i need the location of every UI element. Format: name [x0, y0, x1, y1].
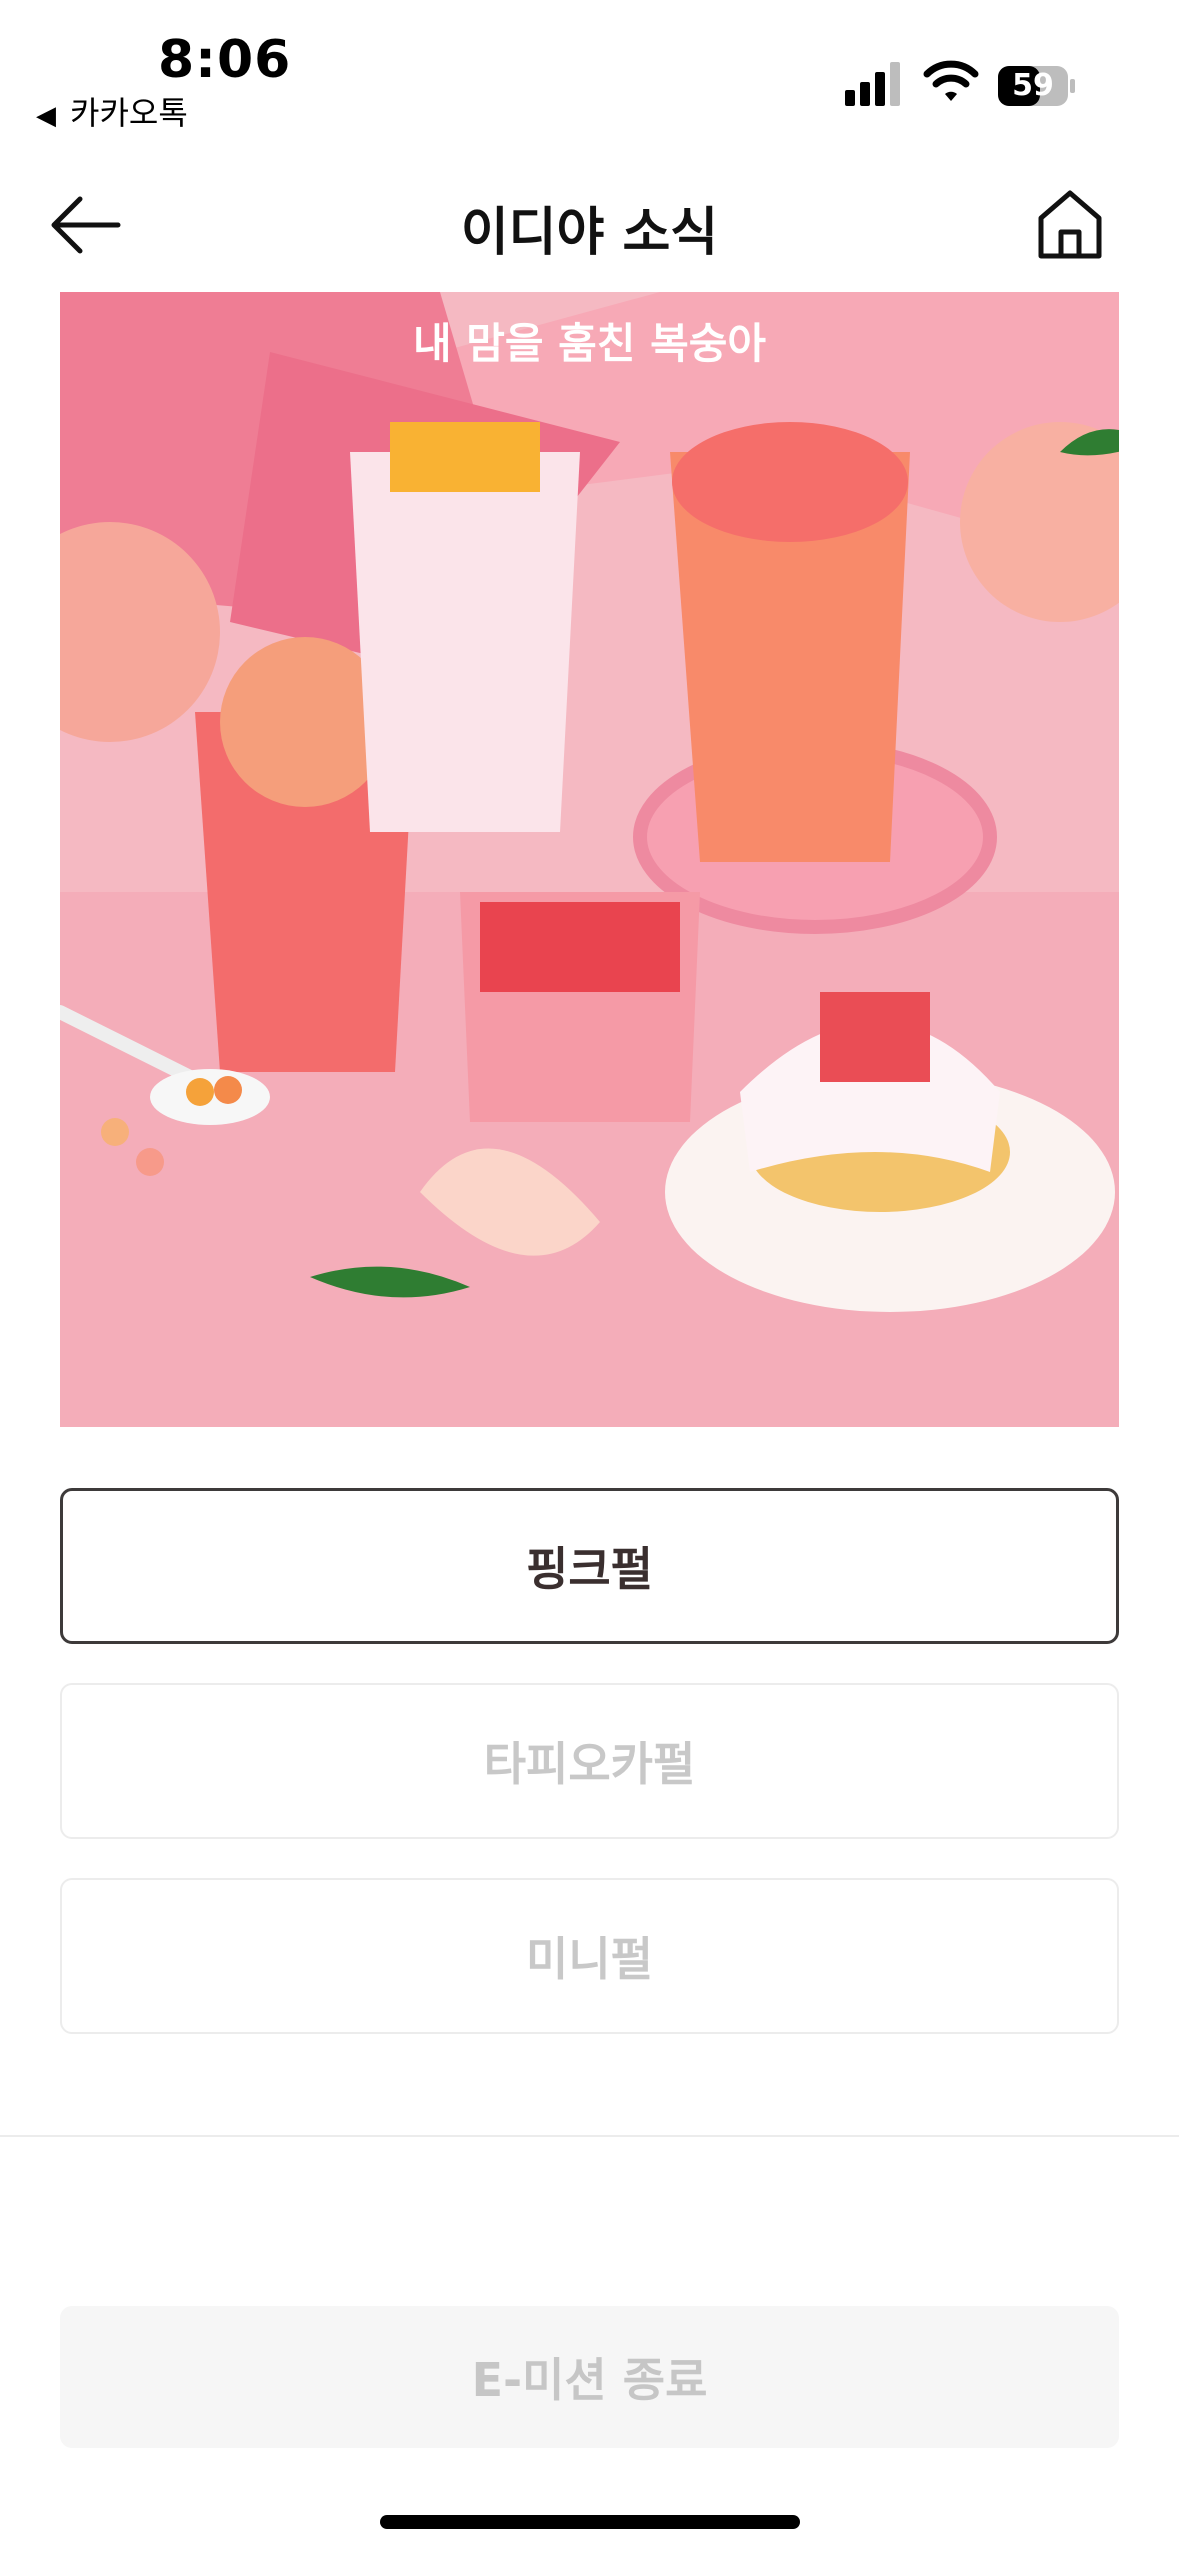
option-tapioca-pearl[interactable]: 타피오카펄 — [60, 1683, 1119, 1839]
option-mini-pearl[interactable]: 미니펄 — [60, 1878, 1119, 2034]
promo-banner-image[interactable]: 내 맘을 훔친 복숭아 — [60, 292, 1119, 1427]
option-pink-pearl[interactable]: 핑크펄 — [60, 1488, 1119, 1644]
home-icon[interactable] — [1035, 188, 1105, 262]
banner-illustration — [60, 292, 1119, 1427]
cellular-signal-icon — [845, 62, 900, 106]
status-time: 8:06 — [158, 30, 292, 90]
back-triangle-icon: ◀ — [36, 101, 56, 131]
back-app-label: 카카오톡 — [70, 94, 188, 132]
battery-level: 59 — [1012, 68, 1054, 103]
banner-caption: 내 맘을 훔친 복숭아 — [413, 319, 766, 368]
home-indicator[interactable] — [380, 2515, 800, 2529]
back-to-app-link[interactable]: ◀ 카카오톡 — [36, 88, 188, 134]
end-mission-button[interactable]: E-미션 종료 — [60, 2306, 1119, 2448]
battery-icon: 59 — [998, 66, 1076, 106]
page-title: 이디야 소식 — [460, 203, 719, 263]
wifi-icon — [923, 60, 979, 101]
divider — [0, 2135, 1179, 2137]
